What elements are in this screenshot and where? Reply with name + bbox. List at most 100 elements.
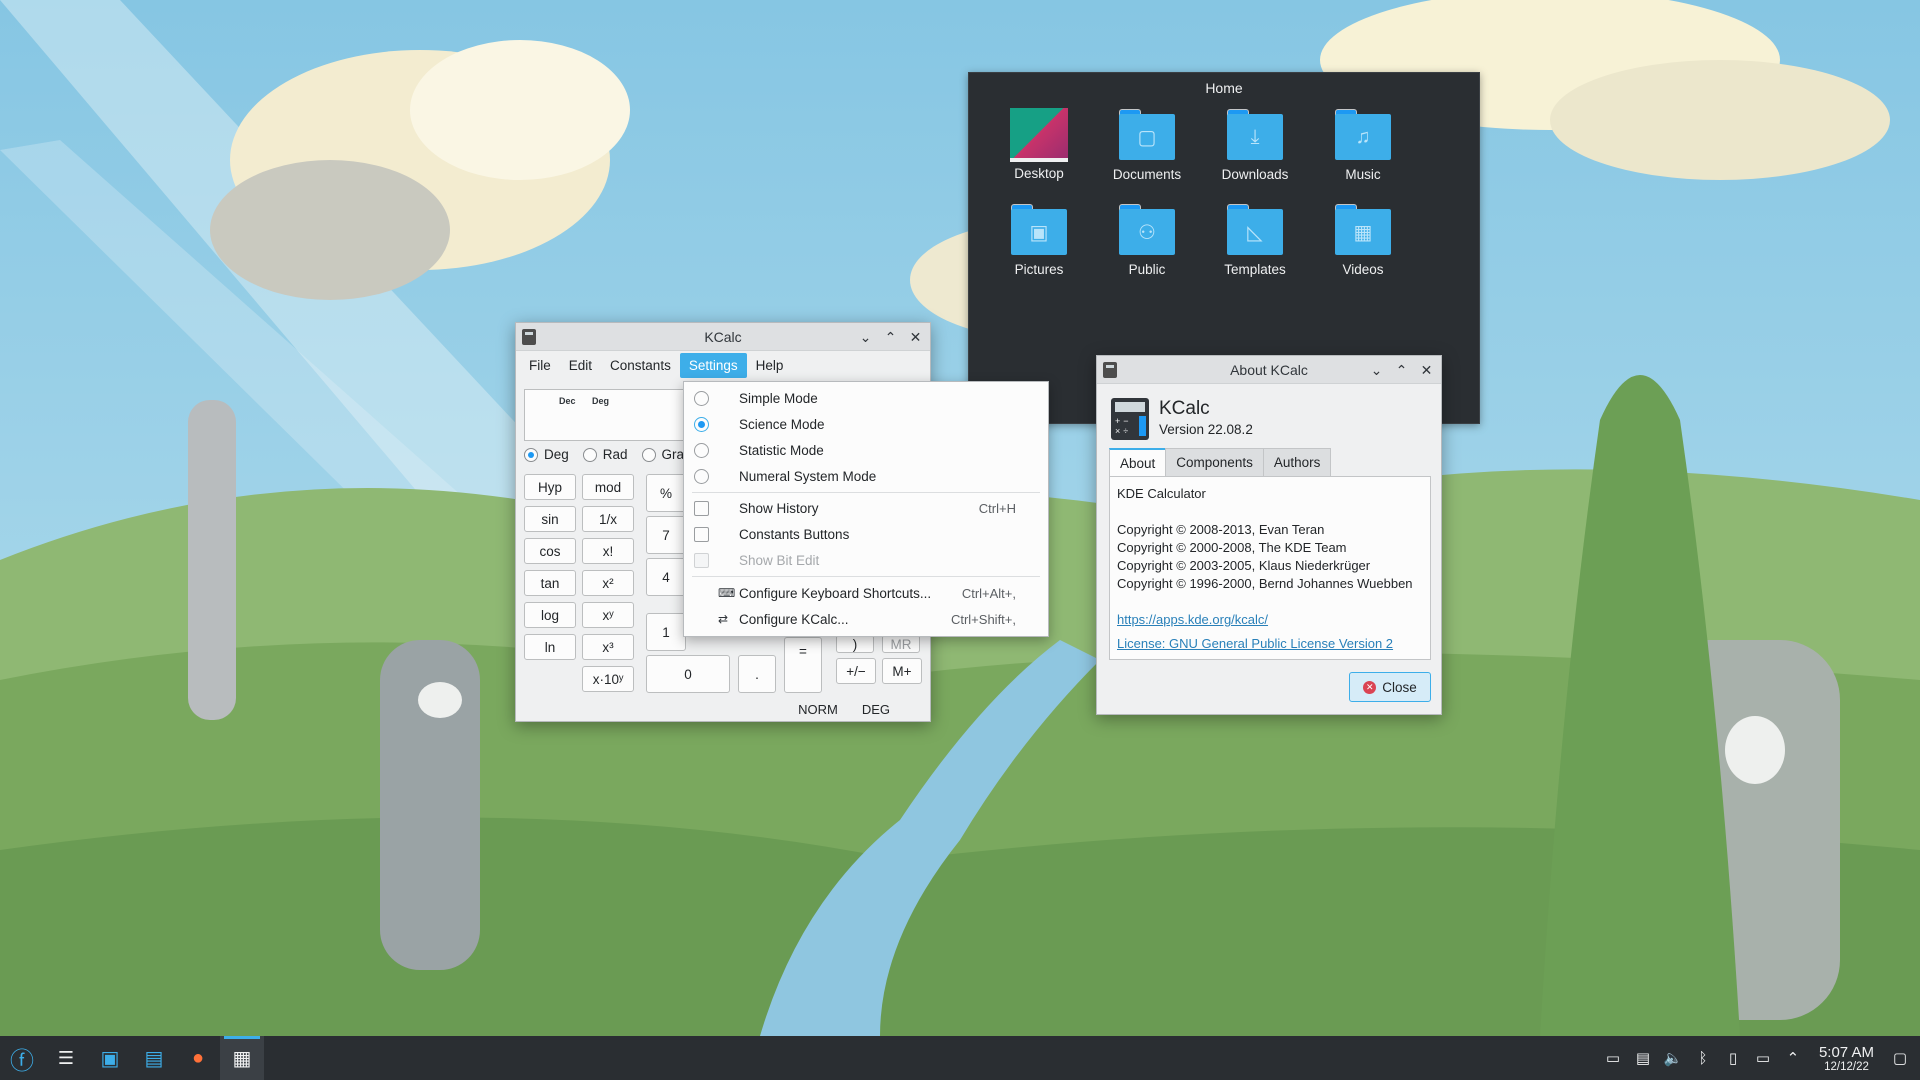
key-1[interactable]: 1 [646, 613, 686, 651]
tab-about[interactable]: About [1109, 448, 1167, 477]
about-app-name: KCalc [1159, 398, 1210, 419]
tab-authors[interactable]: Authors [1262, 448, 1332, 477]
key-equals[interactable]: = [784, 637, 822, 693]
app-launcher-icon[interactable]: ⓕ [0, 1036, 44, 1080]
close-button-label: Close [1382, 679, 1417, 695]
key-log[interactable]: log [524, 602, 576, 628]
key-sin[interactable]: sin [524, 506, 576, 532]
kcalc-task-icon[interactable]: ▦ [220, 1036, 264, 1080]
maximize-icon[interactable]: ⌃ [1391, 360, 1412, 380]
key-ln[interactable]: ln [524, 634, 576, 660]
tab-components[interactable]: Components [1165, 448, 1264, 477]
key-cube[interactable]: x³ [582, 634, 634, 660]
show-desktop-icon[interactable]: ▢ [1890, 1049, 1910, 1067]
display-icon[interactable]: ▭ [1603, 1049, 1623, 1067]
key-m-plus[interactable]: M+ [882, 658, 922, 684]
close-icon[interactable]: ✕ [905, 327, 926, 347]
key-cos[interactable]: cos [524, 538, 576, 564]
menu-edit[interactable]: Edit [560, 353, 601, 378]
key-0[interactable]: 0 [646, 655, 730, 693]
folder-public[interactable]: ⚇ Public [1093, 202, 1201, 277]
tray-expand-icon[interactable]: ⌃ [1783, 1049, 1803, 1067]
menu-configure-shortcuts[interactable]: ⌨ Configure Keyboard Shortcuts... Ctrl+A… [684, 581, 1048, 605]
pager-icon[interactable]: ☰ [44, 1036, 88, 1080]
folder-desktop[interactable]: Desktop [985, 107, 1093, 182]
key-mod[interactable]: mod [582, 474, 634, 500]
menu-help[interactable]: Help [747, 353, 793, 378]
folder-documents[interactable]: ▢ Documents [1093, 107, 1201, 182]
key-power[interactable]: xʸ [582, 602, 634, 628]
angle-deg[interactable]: Deg [524, 447, 569, 462]
menu-settings[interactable]: Settings [679, 352, 747, 378]
menu-science-mode[interactable]: Science Mode [684, 412, 1048, 436]
firefox-icon[interactable]: ● [176, 1036, 220, 1080]
minimize-icon[interactable]: ⌄ [855, 327, 876, 347]
about-version: Version 22.08.2 [1159, 422, 1253, 437]
kcalc-app-icon[interactable] [522, 329, 536, 345]
bluetooth-icon[interactable]: ᛒ [1693, 1050, 1713, 1067]
folder-label: Videos [1342, 262, 1384, 277]
pictures-folder-icon: ▣ [1009, 202, 1069, 258]
key-hyp[interactable]: Hyp [524, 474, 576, 500]
folder-music[interactable]: ♫ Music [1309, 107, 1417, 182]
status-deg: DEG [861, 701, 890, 717]
menu-constants[interactable]: Constants [601, 353, 680, 378]
folder-label: Documents [1112, 167, 1182, 182]
folder-videos[interactable]: ▦ Videos [1309, 202, 1417, 277]
folder-templates[interactable]: ◺ Templates [1201, 202, 1309, 277]
about-description: KDE Calculator [1117, 486, 1206, 501]
key-right-paren[interactable]: ) [836, 635, 874, 653]
folder-pictures[interactable]: ▣ Pictures [985, 202, 1093, 277]
folder-label: Downloads [1221, 167, 1289, 182]
menu-file[interactable]: File [520, 353, 560, 378]
key-factorial[interactable]: x! [582, 538, 634, 564]
license-link[interactable]: License: GNU General Public License Vers… [1117, 636, 1393, 651]
public-folder-icon: ⚇ [1117, 202, 1177, 258]
clipboard-icon[interactable]: ▤ [1633, 1049, 1653, 1067]
menu-simple-mode[interactable]: Simple Mode [684, 386, 1048, 410]
volume-icon[interactable]: 🔈 [1663, 1049, 1683, 1067]
key-exp[interactable]: x·10ʸ [582, 666, 634, 692]
discover-icon[interactable]: ▣ [88, 1036, 132, 1080]
menu-configure-kcalc[interactable]: ⇄ Configure KCalc... Ctrl+Shift+, [684, 607, 1048, 631]
desktop-icon [1010, 108, 1068, 162]
folder-label: Desktop [1014, 166, 1064, 181]
battery-icon[interactable]: ▯ [1723, 1049, 1743, 1067]
key-decimal[interactable]: . [738, 655, 776, 693]
menu-statistic-mode[interactable]: Statistic Mode [684, 438, 1048, 462]
radio-icon [694, 468, 709, 484]
folder-downloads[interactable]: ⤓ Downloads [1201, 107, 1309, 182]
angle-gra[interactable]: Gra [641, 447, 684, 462]
close-button[interactable]: ✕ Close [1349, 672, 1431, 702]
key-mr[interactable]: MR [882, 635, 920, 653]
key-reciprocal[interactable]: 1/x [582, 506, 634, 532]
folder-label: Pictures [1014, 262, 1064, 277]
file-manager-icon[interactable]: ▤ [132, 1036, 176, 1080]
maximize-icon[interactable]: ⌃ [880, 327, 901, 347]
documents-folder-icon: ▢ [1117, 107, 1177, 163]
key-square[interactable]: x² [582, 570, 634, 596]
homepage-link[interactable]: https://apps.kde.org/kcalc/ [1117, 612, 1268, 627]
taskbar: ⓕ ☰ ▣ ▤ ● ▦ ▭ ▤ 🔈 ᛒ ▯ ▭ ⌃ 5:07 AM 12/12/… [0, 1036, 1920, 1080]
angle-rad[interactable]: Rad [582, 447, 628, 462]
key-sign[interactable]: +/− [836, 658, 876, 684]
radio-checked-icon [694, 416, 709, 432]
clock-date: 12/12/22 [1824, 1060, 1869, 1073]
settings-menu: Simple Mode Science Mode Statistic Mode … [683, 381, 1049, 637]
kcalc-titlebar[interactable]: KCalc ⌄ ⌃ ✕ [516, 323, 930, 351]
kcalc-app-icon[interactable] [1103, 362, 1117, 378]
key-tan[interactable]: tan [524, 570, 576, 596]
key-percent[interactable]: % [646, 474, 686, 512]
minimize-icon[interactable]: ⌄ [1366, 360, 1387, 380]
digital-clock[interactable]: 5:07 AM 12/12/22 [1813, 1044, 1880, 1073]
close-icon[interactable]: ✕ [1416, 360, 1437, 380]
network-icon[interactable]: ▭ [1753, 1049, 1773, 1067]
about-panel: KDE Calculator Copyright © 2008-2013, Ev… [1109, 476, 1431, 660]
about-titlebar[interactable]: About KCalc ⌄ ⌃ ✕ [1097, 356, 1441, 384]
key-7[interactable]: 7 [646, 516, 686, 554]
menu-show-history[interactable]: Show History Ctrl+H [684, 496, 1048, 520]
menu-constants-buttons[interactable]: Constants Buttons [684, 522, 1048, 546]
menu-numeral-system-mode[interactable]: Numeral System Mode [684, 464, 1048, 488]
key-4[interactable]: 4 [646, 558, 686, 596]
templates-folder-icon: ◺ [1225, 202, 1285, 258]
